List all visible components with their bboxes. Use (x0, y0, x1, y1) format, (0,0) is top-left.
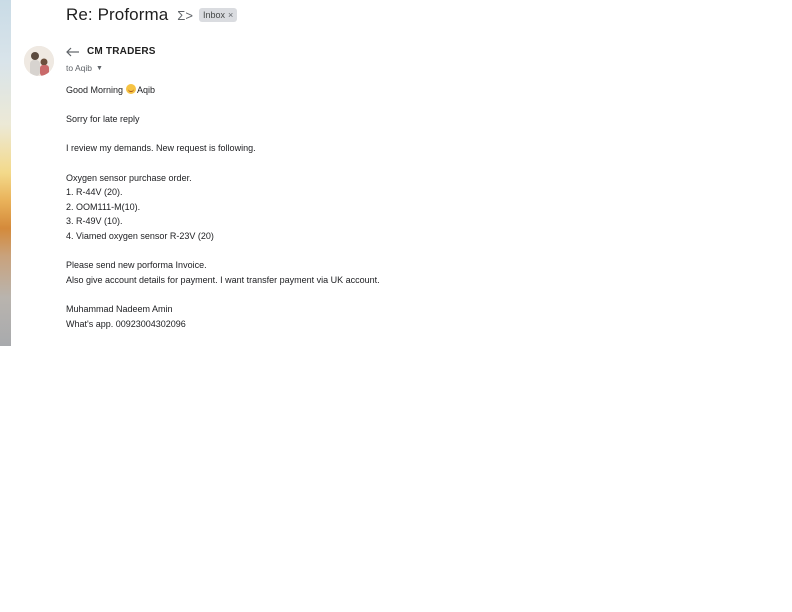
signature-name: Muhammad Nadeem Amin (66, 303, 173, 314)
recipient-row[interactable]: to Aqib ▼ (66, 63, 103, 73)
reply-icon[interactable] (66, 46, 80, 58)
body-line-invoice: Please send new porforma Invoice. (66, 260, 207, 271)
wallpaper-strip (0, 0, 11, 346)
avatar-photo-icon (24, 46, 54, 76)
order-item: 4. Viamed oxygen sensor R-23V (20) (66, 230, 214, 241)
greeting-line: Good Morning Aqib (66, 83, 626, 98)
email-subject: Re: Proforma (66, 5, 169, 24)
importance-icon[interactable]: Σ> (177, 9, 193, 22)
body-line-sorry: Sorry for late reply (66, 114, 140, 125)
body-line-review: I review my demands. New request is foll… (66, 143, 256, 154)
body-line-account: Also give account details for payment. I… (66, 274, 380, 285)
sender-avatar[interactable] (24, 46, 54, 76)
order-item: 2. OOM111-M(10). (66, 201, 141, 212)
subject-row: Re: Proforma Σ> Inbox × (66, 3, 238, 27)
remove-label-icon[interactable]: × (228, 10, 233, 20)
recipient-text: to Aqib (66, 63, 92, 73)
order-item: 3. R-49V (10). (66, 216, 123, 227)
email-view: Re: Proforma Σ> Inbox × CM TRADERS to Aq… (0, 0, 792, 612)
signature-whatsapp: What's app. 00923004302096 (66, 318, 186, 329)
smiling-face-icon (126, 84, 137, 94)
chevron-down-icon[interactable]: ▼ (96, 65, 103, 72)
greeting-prefix: Good Morning (66, 85, 124, 95)
email-body: Good Morning Aqib Sorry for late reply I … (66, 83, 626, 331)
sender-name[interactable]: CM TRADERS (87, 46, 156, 57)
label-chip-text: Inbox (202, 10, 225, 20)
order-item: 1. R-44V (20). (66, 187, 123, 198)
order-heading: Oxygen sensor purchase order. (66, 172, 192, 183)
label-chip-inbox[interactable]: Inbox × (198, 8, 238, 22)
greeting-name: Aqib (137, 85, 156, 95)
